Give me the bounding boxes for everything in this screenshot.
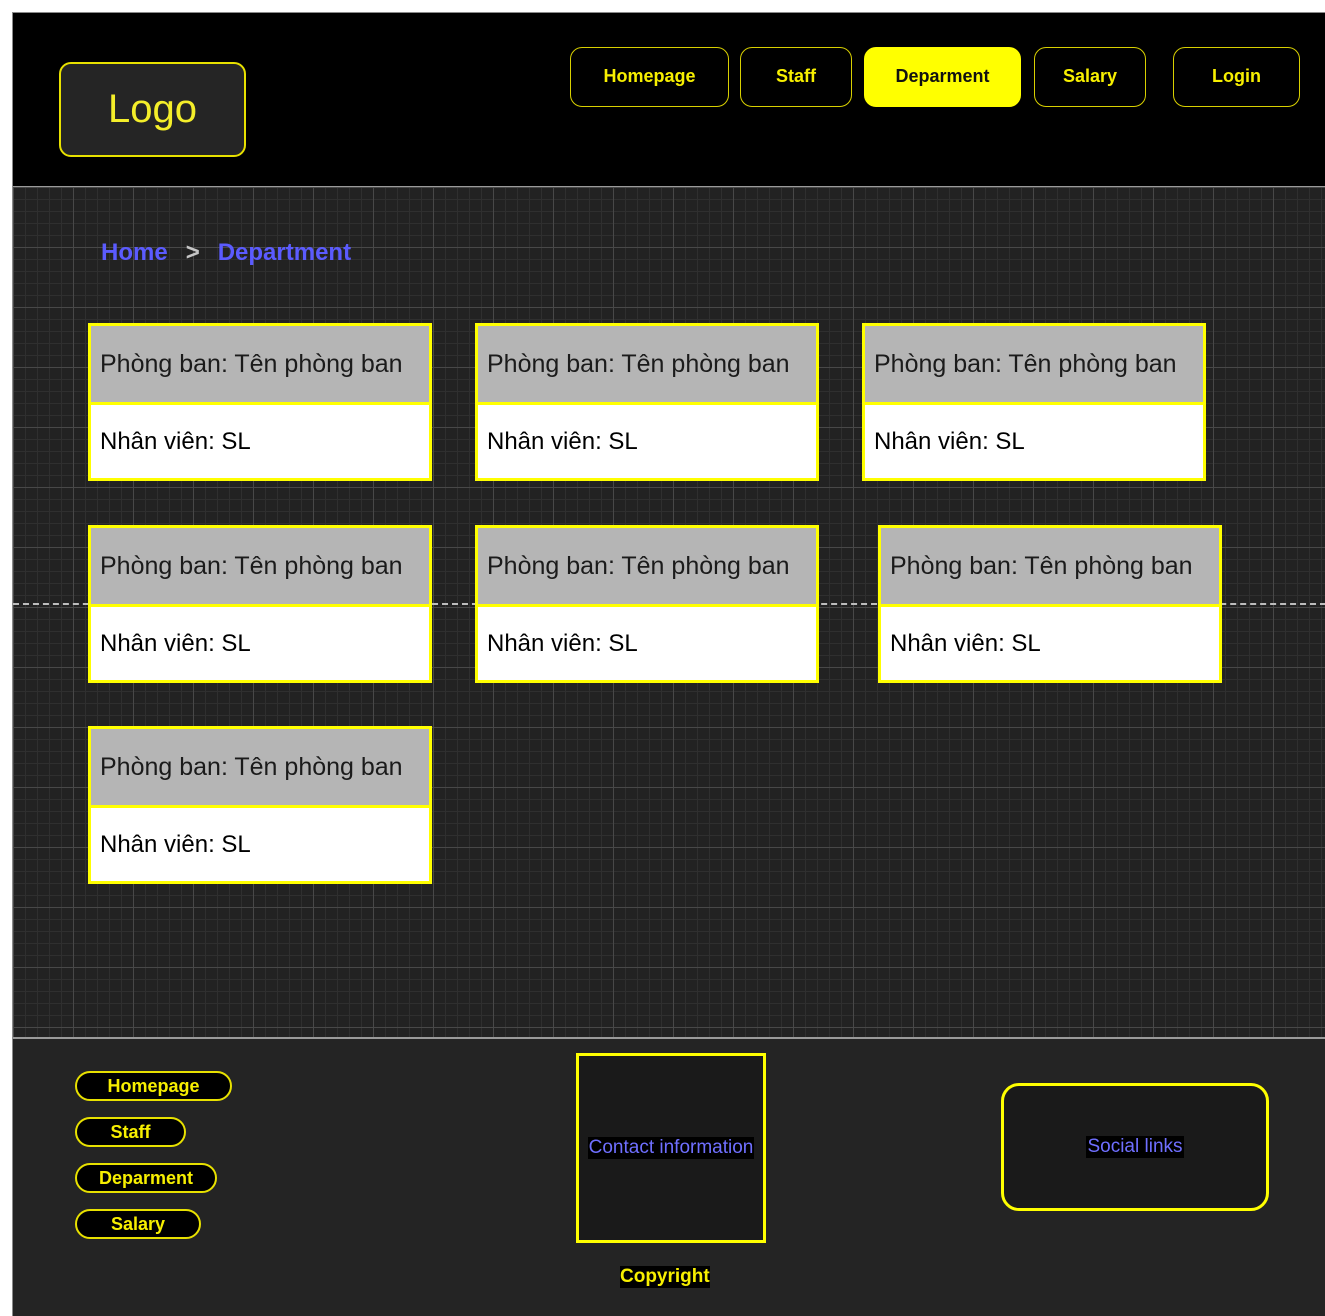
site-footer: Homepage Staff Deparment Salary Contact … <box>13 1037 1325 1316</box>
department-card[interactable]: Phòng ban: Tên phòng ban Nhân viên: SL <box>878 525 1222 683</box>
nav-login-button[interactable]: Login <box>1173 47 1300 107</box>
department-card-staff: Nhân viên: SL <box>100 830 251 858</box>
social-links-box[interactable]: Social links <box>1001 1083 1269 1211</box>
department-card-title: Phòng ban: Tên phòng ban <box>881 528 1219 607</box>
breadcrumb: Home > Department <box>101 239 351 267</box>
breadcrumb-current: Department <box>217 239 352 266</box>
department-card-title: Phòng ban: Tên phòng ban <box>91 729 429 808</box>
department-card[interactable]: Phòng ban: Tên phòng ban Nhân viên: SL <box>475 323 819 481</box>
department-card-staff: Nhân viên: SL <box>874 427 1025 455</box>
department-card[interactable]: Phòng ban: Tên phòng ban Nhân viên: SL <box>88 323 432 481</box>
site-header: Logo Homepage Staff Deparment Salary Log… <box>13 13 1325 187</box>
contact-information-text: Contact information <box>587 1137 755 1159</box>
department-card[interactable]: Phòng ban: Tên phòng ban Nhân viên: SL <box>88 525 432 683</box>
nav-staff-button[interactable]: Staff <box>740 47 852 107</box>
department-card-title: Phòng ban: Tên phòng ban <box>91 528 429 607</box>
department-card-staff: Nhân viên: SL <box>890 629 1041 657</box>
nav-salary-button[interactable]: Salary <box>1034 47 1146 107</box>
department-card-staff: Nhân viên: SL <box>100 629 251 657</box>
page-frame: Logo Homepage Staff Deparment Salary Log… <box>12 12 1325 1316</box>
footer-link-homepage[interactable]: Homepage <box>75 1071 232 1101</box>
breadcrumb-home-link[interactable]: Home <box>101 239 168 266</box>
department-card-title: Phòng ban: Tên phòng ban <box>478 326 816 405</box>
contact-information-box: Contact information <box>576 1053 766 1243</box>
department-card-title: Phòng ban: Tên phòng ban <box>91 326 429 405</box>
department-card-title: Phòng ban: Tên phòng ban <box>865 326 1203 405</box>
footer-link-department[interactable]: Deparment <box>75 1163 217 1193</box>
copyright-text: Copyright <box>620 1266 710 1288</box>
footer-link-staff[interactable]: Staff <box>75 1117 186 1147</box>
logo[interactable]: Logo <box>59 62 246 157</box>
breadcrumb-separator: > <box>185 239 200 266</box>
department-card[interactable]: Phòng ban: Tên phòng ban Nhân viên: SL <box>475 525 819 683</box>
department-card-staff: Nhân viên: SL <box>487 629 638 657</box>
social-links-text: Social links <box>1086 1136 1184 1158</box>
department-card[interactable]: Phòng ban: Tên phòng ban Nhân viên: SL <box>88 726 432 884</box>
footer-link-salary[interactable]: Salary <box>75 1209 201 1239</box>
nav-homepage-button[interactable]: Homepage <box>570 47 729 107</box>
department-card-staff: Nhân viên: SL <box>100 427 251 455</box>
department-card[interactable]: Phòng ban: Tên phòng ban Nhân viên: SL <box>862 323 1206 481</box>
department-card-staff: Nhân viên: SL <box>487 427 638 455</box>
nav-department-button[interactable]: Deparment <box>864 47 1021 107</box>
department-card-title: Phòng ban: Tên phòng ban <box>478 528 816 607</box>
